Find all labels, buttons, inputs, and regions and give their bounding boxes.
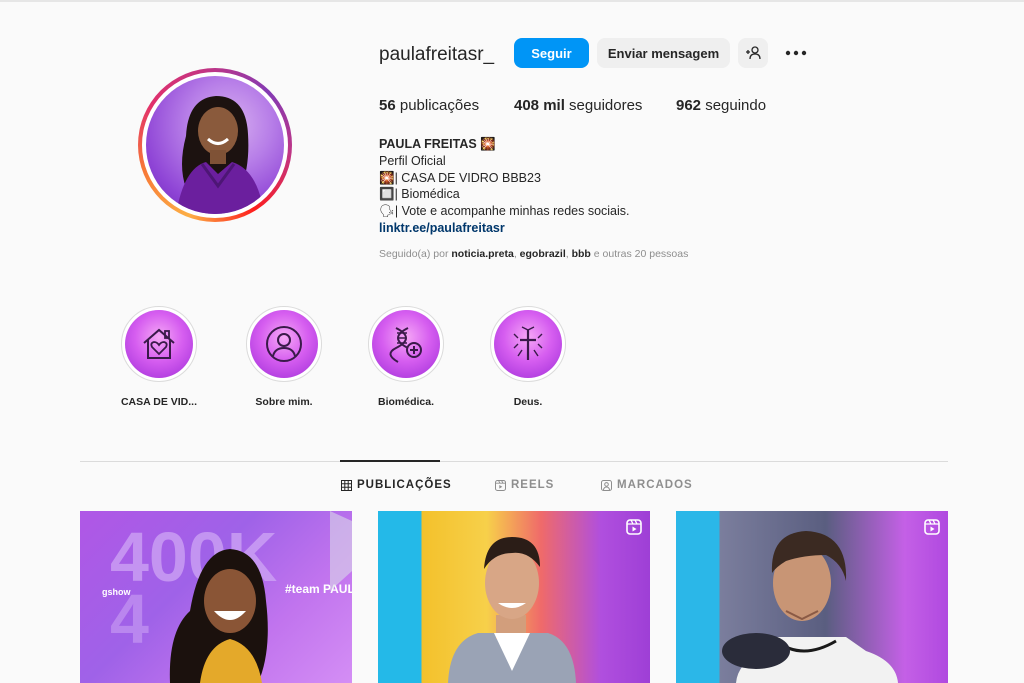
post-tag: #team PAULA [285,582,352,596]
highlight-label: Biomédica. [377,396,435,408]
bio-line-3: 🗣| Vote e acompanhe minhas redes sociais… [379,204,630,219]
highlight-label: Sobre mim. [255,396,313,408]
bio-link[interactable]: linktr.ee/paulafreitasr [379,220,630,237]
post-image [722,531,898,683]
following-count: 962 [676,97,702,114]
more-options-icon [785,50,807,56]
tagged-icon [601,479,612,491]
post-image [448,537,576,683]
add-person-icon [746,46,761,60]
reel-icon [924,519,940,535]
top-border [0,0,1024,2]
tab-label: REELS [511,479,555,491]
highlight-sobre-mim[interactable]: Sobre mim. [224,306,344,408]
send-message-button[interactable]: Enviar mensagem [597,38,730,68]
profile-category: Perfil Oficial [379,153,446,168]
profile-bio: PAULA FREITAS 🎇 Perfil Oficial 🎇| CASA D… [379,136,630,237]
posts-count: 56 [379,97,396,114]
house-heart-icon [143,328,175,359]
following-stat[interactable]: 962 seguindo [676,97,766,114]
tab-label: MARCADOS [617,479,693,491]
highlight-biomedica[interactable]: Biomédica. [346,306,466,408]
followed-by-user: egobrazil [519,248,566,260]
profile-photo [176,96,264,214]
profile-avatar[interactable] [138,68,292,222]
display-name: PAULA FREITAS 🎇 [379,137,496,151]
followed-by-text[interactable]: Seguido(a) por noticia.preta, egobrazil,… [379,248,688,260]
followed-by-user: noticia.preta [451,248,514,260]
highlight-label: CASA DE VID... [120,396,198,408]
reel-thumbnail[interactable] [676,511,948,683]
follow-button[interactable]: Seguir [514,38,589,68]
user-circle-icon [266,326,302,362]
highlight-deus[interactable]: Deus. [468,306,588,408]
posts-label: publicações [395,97,480,114]
highlight-label: Deus. [513,396,543,408]
followed-by-suffix: e outras 20 pessoas [590,248,689,260]
active-tab-indicator [340,460,440,462]
posts-stat: 56 publicações [379,97,479,114]
following-label: seguindo [701,97,767,114]
grid-icon [341,479,352,491]
followers-label: seguidores [564,97,643,114]
followers-count: 408 mil [514,97,565,114]
reels-icon [495,479,506,491]
cross-icon [513,326,543,360]
reel-thumbnail[interactable] [378,511,650,683]
reel-icon [626,519,642,535]
tab-label: PUBLICAÇÕES [357,479,452,491]
add-person-button[interactable] [738,38,768,68]
followed-by-user: bbb [571,248,591,260]
bio-line-1: 🎇| CASA DE VIDRO BBB23 [379,170,541,185]
dna-icon [389,327,422,363]
tab-marcados[interactable]: MARCADOS [601,479,693,491]
tab-reels[interactable]: REELS [495,479,554,491]
followers-stat[interactable]: 408 mil seguidores [514,97,642,114]
post-brand: gshow [102,587,131,597]
followed-by-prefix: Seguido(a) por [379,248,452,260]
more-options-button[interactable] [782,43,810,63]
post-image: 400K 4 gshow #team PAULA [102,511,352,683]
bio-line-2: 🔲| Biomédica [379,187,460,202]
post-thumbnail[interactable]: 400K 4 gshow #team PAULA [80,511,352,683]
tab-publicacoes[interactable]: PUBLICAÇÕES [341,479,452,491]
highlight-casa-de-vidro[interactable]: CASA DE VID... [99,306,219,408]
username: paulafreitasr_ [379,44,495,65]
tabs-divider [80,461,948,462]
